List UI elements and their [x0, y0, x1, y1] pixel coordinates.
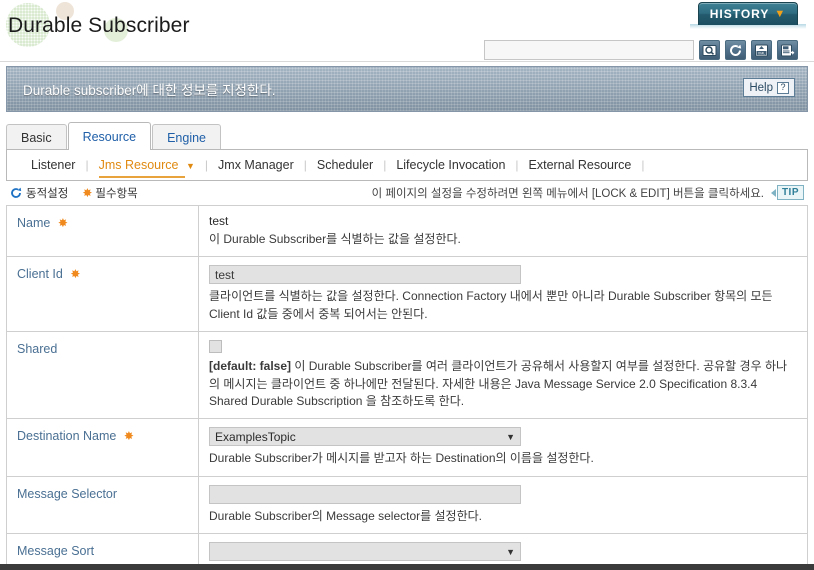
destination-name-selected-value: ExamplesTopic	[215, 429, 296, 444]
form-value-cell: [default: false] 이 Durable Subscriber를 여…	[199, 332, 807, 418]
subnav-item-scheduler-label: Scheduler	[316, 158, 374, 172]
label-message-sort: Message Sort	[17, 544, 95, 559]
subnav-item-jmx-manager[interactable]: Jmx Manager	[208, 158, 304, 172]
help-button[interactable]: Help ?	[743, 78, 795, 97]
form-row-message-selector: Message Selector Durable Subscriber의 Mes…	[7, 476, 807, 535]
form-value-cell: ExamplesTopic ▼ Durable Subscriber가 메시지를…	[199, 419, 807, 475]
search-input[interactable]	[484, 40, 694, 60]
label-shared: Shared	[17, 342, 58, 357]
subnav-item-listener-label: Listener	[31, 158, 76, 172]
subnav-item-external-resource-label: External Resource	[528, 158, 632, 172]
form-row-name: Name ✸ test 이 Durable Subscriber를 식별하는 값…	[7, 206, 807, 258]
client-id-input[interactable]: test	[209, 265, 521, 285]
page-header: Durable Subscriber HISTORY ▼ XML	[0, 0, 814, 62]
tab-basic-label: Basic	[21, 130, 52, 145]
app-root: Durable Subscriber HISTORY ▼ XML Durable…	[0, 0, 814, 570]
tab-resource-label: Resource	[82, 129, 137, 144]
tip-badge-label: TIP	[776, 185, 804, 200]
svg-text:XML: XML	[758, 51, 765, 55]
subnav-item-listener[interactable]: Listener	[21, 158, 85, 172]
form-label-cell: Client Id ✸	[7, 257, 199, 332]
shared-description-text: 이 Durable Subscriber를 여러 클라이언트가 공유해서 사용할…	[209, 359, 788, 408]
label-message-selector: Message Selector	[17, 486, 118, 501]
dynamic-config-label: 동적설정	[26, 188, 69, 200]
search-icon[interactable]	[699, 40, 720, 60]
message-selector-input[interactable]	[209, 484, 521, 504]
chevron-down-icon: ▼	[506, 546, 515, 557]
banner-text: Durable subscriber에 대한 정보를 지정한다.	[23, 83, 276, 98]
chevron-down-icon: ▼	[506, 431, 515, 442]
tab-resource[interactable]: Resource	[67, 122, 152, 150]
message-selector-description: Durable Subscriber의 Message selector를 설정…	[209, 508, 483, 523]
history-button-label: HISTORY	[709, 7, 770, 21]
active-underline	[98, 176, 185, 178]
label-client-id: Client Id	[17, 267, 63, 282]
form-row-shared: Shared [default: false] 이 Durable Subscr…	[7, 332, 807, 420]
form-row-destination-name: Destination Name ✸ ExamplesTopic ▼ Durab…	[7, 419, 807, 477]
chevron-down-icon: ▼	[185, 161, 195, 171]
subnav-item-scheduler[interactable]: Scheduler	[307, 158, 383, 172]
subnav-item-lifecycle-invocation-label: Lifecycle Invocation	[396, 158, 506, 172]
shared-default-note: [default: false]	[209, 359, 292, 374]
subnav-item-external-resource[interactable]: External Resource	[519, 158, 642, 172]
dynamic-config-icon	[10, 187, 22, 199]
form-value-cell: test 이 Durable Subscriber를 식별하는 값을 설정한다.	[199, 206, 807, 256]
sub-navigation: Listener | Jms Resource ▼ | Jmx Manager …	[6, 150, 808, 181]
description-banner: Durable subscriber에 대한 정보를 지정한다. Help ?	[6, 66, 808, 112]
help-button-label: Help	[749, 81, 773, 94]
subnav-item-jmx-manager-label: Jmx Manager	[218, 158, 294, 172]
message-sort-select[interactable]: ▼	[209, 542, 521, 562]
shared-checkbox[interactable]	[209, 340, 222, 354]
lock-edit-note: 이 페이지의 설정을 수정하려면 왼쪽 메뉴에서 [LOCK & EDIT] 버…	[371, 188, 764, 200]
name-value: test	[209, 214, 229, 228]
tab-engine-label: Engine	[167, 130, 207, 145]
history-button[interactable]: HISTORY ▼	[698, 2, 798, 25]
tab-engine[interactable]: Engine	[152, 124, 222, 150]
page-title: Durable Subscriber	[8, 14, 190, 37]
form-label-cell: Name ✸	[7, 206, 199, 257]
destination-name-description: Durable Subscriber가 메시지를 받고자 하는 Destinat…	[209, 451, 594, 466]
subnav-item-lifecycle-invocation[interactable]: Lifecycle Invocation	[386, 158, 515, 172]
form-value-cell: test 클라이언트를 식별하는 값을 설정한다. Connection Fac…	[199, 257, 807, 331]
refresh-icon[interactable]	[725, 40, 746, 60]
main-tabs: Basic Resource Engine	[6, 122, 808, 150]
xml-export-icon[interactable]: XML	[751, 40, 772, 60]
header-search-row: XML	[484, 40, 798, 60]
required-star-icon: ✸	[57, 216, 68, 230]
tip-badge[interactable]: TIP	[770, 185, 804, 200]
label-name: Name	[17, 216, 51, 230]
legend-tip-bar: 동적설정 ✸ 필수항목 이 페이지의 설정을 수정하려면 왼쪽 메뉴에서 [LO…	[6, 181, 808, 206]
form-label-cell: Destination Name ✸	[7, 419, 199, 476]
destination-name-select[interactable]: ExamplesTopic ▼	[209, 427, 521, 447]
form-label-cell: Shared	[7, 332, 199, 419]
tip-arrow-icon	[770, 188, 776, 197]
required-star-icon: ✸	[82, 186, 93, 200]
tab-basic[interactable]: Basic	[6, 124, 67, 150]
subnav-separator: |	[641, 158, 645, 172]
required-star-icon: ✸	[123, 429, 134, 444]
required-field-label: 필수항목	[95, 188, 138, 200]
name-description: 이 Durable Subscriber를 식별하는 값을 설정한다.	[209, 232, 461, 246]
shared-description: [default: false] 이 Durable Subscriber를 여…	[209, 358, 797, 410]
label-destination-name: Destination Name	[17, 429, 117, 444]
save-export-icon[interactable]	[777, 40, 798, 60]
bottom-bar	[0, 564, 814, 570]
subnav-item-jms-resource[interactable]: Jms Resource ▼	[89, 158, 205, 178]
form-row-client-id: Client Id ✸ test 클라이언트를 식별하는 값을 설정한다. Co…	[7, 257, 807, 333]
form-value-cell: Durable Subscriber의 Message selector를 설정…	[199, 477, 807, 533]
settings-form: Name ✸ test 이 Durable Subscriber를 식별하는 값…	[6, 206, 808, 570]
subnav-item-jms-resource-label: Jms Resource	[98, 158, 179, 172]
required-star-icon: ✸	[70, 267, 81, 282]
client-id-description: 클라이언트를 식별하는 값을 설정한다. Connection Factory …	[209, 289, 773, 321]
question-mark-icon: ?	[777, 81, 789, 94]
form-label-cell: Message Selector	[7, 476, 199, 534]
chevron-down-icon: ▼	[774, 8, 787, 20]
